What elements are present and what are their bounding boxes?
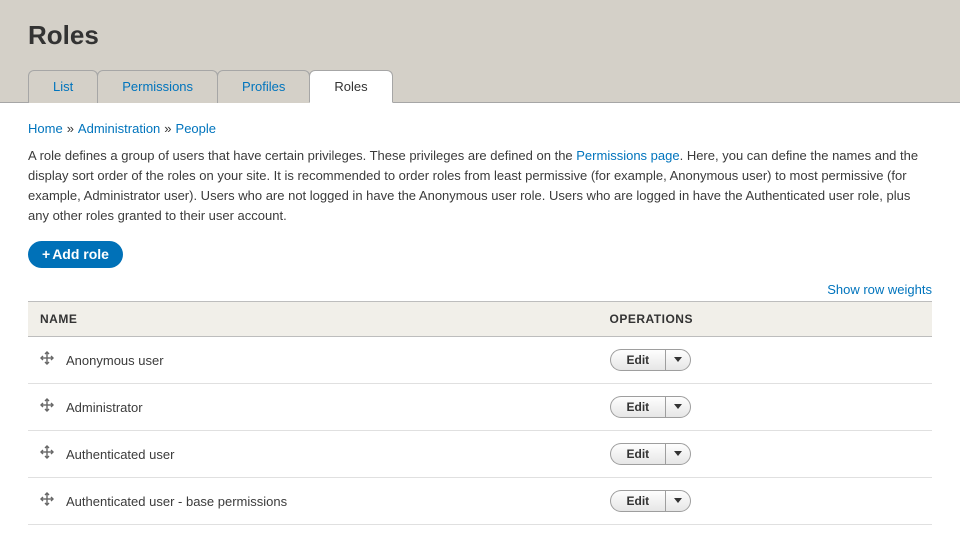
permissions-page-link[interactable]: Permissions page bbox=[576, 148, 679, 163]
drag-handle-icon[interactable] bbox=[40, 398, 58, 412]
chevron-down-icon bbox=[674, 357, 682, 362]
drag-handle-icon[interactable] bbox=[40, 492, 58, 506]
tab-link[interactable]: List bbox=[29, 71, 97, 102]
plus-icon: + bbox=[42, 246, 50, 262]
add-role-button[interactable]: +Add role bbox=[28, 241, 123, 268]
edit-button[interactable]: Edit bbox=[610, 396, 666, 418]
cell-name: Anonymous user bbox=[28, 336, 598, 383]
dropbutton-toggle[interactable] bbox=[665, 443, 691, 465]
col-header-operations: OPERATIONS bbox=[598, 301, 932, 336]
table-row: Authenticated user - base permissions Edi… bbox=[28, 477, 932, 524]
cell-name: Authenticated user bbox=[28, 430, 598, 477]
col-header-name: NAME bbox=[28, 301, 598, 336]
tab-profiles[interactable]: Profiles bbox=[217, 70, 310, 103]
edit-button[interactable]: Edit bbox=[610, 349, 666, 371]
page-title: Roles bbox=[28, 20, 932, 51]
operations-dropbutton: Edit bbox=[610, 443, 692, 465]
dropbutton-toggle[interactable] bbox=[665, 396, 691, 418]
drag-handle-icon[interactable] bbox=[40, 351, 58, 365]
roles-table: NAME OPERATIONS Anonymous userEditAdmini… bbox=[28, 301, 932, 525]
description-text-pre: A role defines a group of users that hav… bbox=[28, 148, 576, 163]
operations-dropbutton: Edit bbox=[610, 490, 692, 512]
role-name: Administrator bbox=[66, 400, 143, 415]
table-row: Authenticated user Edit bbox=[28, 430, 932, 477]
edit-button[interactable]: Edit bbox=[610, 490, 666, 512]
cell-operations: Edit bbox=[598, 430, 932, 477]
breadcrumb-separator: » bbox=[67, 121, 74, 136]
chevron-down-icon bbox=[674, 404, 682, 409]
roles-table-body: Anonymous userEditAdministratorEditAuthe… bbox=[28, 336, 932, 524]
cell-operations: Edit bbox=[598, 383, 932, 430]
breadcrumb-link[interactable]: Home bbox=[28, 121, 63, 136]
tab-link[interactable]: Roles bbox=[310, 71, 391, 102]
cell-name: Administrator bbox=[28, 383, 598, 430]
drag-handle-icon[interactable] bbox=[40, 445, 58, 459]
edit-button[interactable]: Edit bbox=[610, 443, 666, 465]
operations-dropbutton: Edit bbox=[610, 349, 692, 371]
table-row: Administrator Edit bbox=[28, 383, 932, 430]
breadcrumb-link[interactable]: People bbox=[176, 121, 216, 136]
tab-permissions[interactable]: Permissions bbox=[97, 70, 218, 103]
breadcrumb-link[interactable]: Administration bbox=[78, 121, 160, 136]
cell-operations: Edit bbox=[598, 477, 932, 524]
page-description: A role defines a group of users that hav… bbox=[28, 146, 932, 227]
dropbutton-toggle[interactable] bbox=[665, 349, 691, 371]
table-row: Anonymous user Edit bbox=[28, 336, 932, 383]
show-row-weights-link[interactable]: Show row weights bbox=[827, 282, 932, 297]
tabs: ListPermissionsProfilesRoles bbox=[28, 69, 932, 102]
add-role-label: Add role bbox=[52, 246, 109, 262]
tab-roles[interactable]: Roles bbox=[309, 70, 392, 103]
tab-list[interactable]: List bbox=[28, 70, 98, 103]
breadcrumb: Home » Administration » People bbox=[28, 121, 932, 136]
dropbutton-toggle[interactable] bbox=[665, 490, 691, 512]
cell-operations: Edit bbox=[598, 336, 932, 383]
cell-name: Authenticated user - base permissions bbox=[28, 477, 598, 524]
chevron-down-icon bbox=[674, 498, 682, 503]
chevron-down-icon bbox=[674, 451, 682, 456]
tab-link[interactable]: Profiles bbox=[218, 71, 309, 102]
show-row-weights-wrapper: Show row weights bbox=[28, 282, 932, 297]
role-name: Authenticated user bbox=[66, 447, 174, 462]
role-name: Authenticated user - base permissions bbox=[66, 494, 287, 509]
header-region: Roles ListPermissionsProfilesRoles bbox=[0, 0, 960, 103]
role-name: Anonymous user bbox=[66, 353, 164, 368]
operations-dropbutton: Edit bbox=[610, 396, 692, 418]
breadcrumb-separator: » bbox=[164, 121, 171, 136]
tab-link[interactable]: Permissions bbox=[98, 71, 217, 102]
content-region: Home » Administration » People A role define… bbox=[0, 103, 960, 549]
